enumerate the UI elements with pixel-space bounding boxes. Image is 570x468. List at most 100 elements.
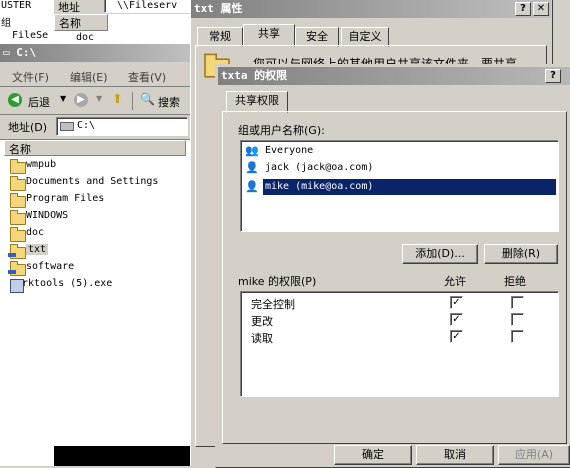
tab-security[interactable]: 安全 (295, 27, 339, 47)
permissions-list: 完全控制 ✓ 更改 ✓ 读取 ✓ (240, 291, 559, 397)
tab-general[interactable]: 常规 (197, 27, 243, 47)
background-window-title: USTER (1, 0, 32, 11)
list-item[interactable]: doc (0, 226, 190, 242)
fileserver-address-value: \\Fileserv (117, 0, 178, 11)
user-list-item[interactable]: 👤 mike (mike@oa.com) (243, 179, 556, 195)
fileserver-list: 名称 doc (54, 14, 194, 46)
group-label: 组或用户名称(G): (238, 124, 325, 137)
fileserver-address-field[interactable]: \\Fileserv (104, 0, 192, 13)
column-header-label: 名称 (9, 143, 31, 156)
background-window: USTER 组 FileSe (0, 0, 54, 48)
toolbar-separator (132, 92, 133, 110)
explorer-menubar: 文件(F) 编辑(E) 查看(V) (0, 66, 190, 87)
list-item-label: wmpub (26, 159, 57, 170)
allow-read-checkbox[interactable]: ✓ (450, 330, 463, 343)
fileserver-column-name: 名称 (59, 17, 81, 30)
permissions-titlebar[interactable]: txta 的权限 (218, 67, 570, 85)
folder-icon (10, 176, 26, 191)
user-name: jack (jack@oa.com) (265, 162, 374, 173)
ok-button[interactable]: 确定 (334, 445, 412, 465)
list-item-label: doc (26, 227, 45, 238)
tab-sharing[interactable]: 共享 (243, 24, 295, 47)
permissions-help-button[interactable]: ? (545, 69, 561, 83)
deny-header: 拒绝 (504, 275, 526, 288)
share-hand-icon (8, 253, 16, 257)
deny-read-checkbox[interactable] (511, 330, 524, 343)
list-item-label: Documents and Settings (26, 176, 159, 187)
list-item[interactable]: wmpub (0, 158, 190, 174)
address-label: 地址(D) (8, 121, 48, 134)
allow-header: 允许 (444, 275, 466, 288)
list-item-label: WINDOWS (26, 210, 69, 221)
back-button-label[interactable]: 后退 (28, 94, 50, 110)
list-item[interactable]: Program Files (0, 192, 190, 208)
properties-titlebar[interactable]: txt 属性 (191, 0, 551, 18)
back-dropdown-icon[interactable]: ▼ (60, 94, 66, 103)
group-icon: 👥 (245, 144, 259, 157)
fileserver-window: 地址 \\Fileserv 名称 doc (54, 0, 194, 46)
explorer-title: C:\ (16, 46, 37, 59)
background-window-item: 组 (1, 18, 11, 29)
column-header-name[interactable]: 名称 (4, 140, 186, 156)
forward-arrow-icon[interactable]: ▶ (74, 93, 88, 107)
add-button[interactable]: 添加(D)... (402, 244, 478, 264)
explorer-addressbar: 地址(D) C:\ (0, 115, 190, 140)
list-item-label: txt (26, 244, 49, 255)
user-icon: 👤 (245, 161, 259, 174)
address-field[interactable]: C:\ (56, 117, 188, 136)
cancel-button[interactable]: 取消 (416, 445, 494, 465)
explorer-window: ▭ C:\ 文件(F) 编辑(E) 查看(V) ◀ 后退 ▼ ▶ ▼ ⬆ 🔍 搜… (0, 44, 191, 466)
list-item[interactable]: rktools (5).exe (0, 277, 190, 293)
allow-change-checkbox[interactable]: ✓ (450, 313, 463, 326)
list-item-label: software (26, 261, 75, 272)
share-hand-icon (8, 270, 16, 274)
explorer-file-list: 名称 wmpub Documents and Settings Program … (0, 140, 190, 466)
fileserver-row[interactable]: doc (76, 32, 94, 43)
address-value: C:\ (77, 120, 96, 131)
back-arrow-icon[interactable]: ◀ (8, 93, 22, 107)
permission-name: 读取 (251, 332, 273, 345)
folder-icon (10, 159, 26, 174)
allow-full-control-checkbox[interactable]: ✓ (450, 296, 463, 309)
properties-help-button[interactable]: ? (515, 2, 531, 16)
explorer-window-icon: ▭ (3, 46, 17, 59)
permissions-title: txta 的权限 (221, 69, 288, 82)
apply-button[interactable]: 应用(A) (498, 445, 570, 465)
search-icon[interactable]: 🔍 (140, 92, 155, 106)
menu-file[interactable]: 文件(F) (12, 69, 49, 85)
user-name: mike (mike@oa.com) (263, 179, 556, 195)
list-item[interactable]: WINDOWS (0, 209, 190, 225)
remove-button[interactable]: 删除(R) (484, 244, 558, 264)
user-icon: 👤 (245, 180, 259, 193)
properties-close-button[interactable]: ✕ (533, 2, 549, 16)
user-list[interactable]: 👥 Everyone 👤 jack (jack@oa.com) 👤 mike (… (240, 140, 559, 232)
fileserver-column-header[interactable]: 名称 (54, 14, 108, 31)
forward-dropdown-icon[interactable]: ▼ (96, 94, 102, 103)
up-folder-icon[interactable]: ⬆ (112, 92, 123, 107)
user-list-item[interactable]: 👤 jack (jack@oa.com) (243, 161, 554, 176)
user-list-item[interactable]: 👥 Everyone (243, 144, 554, 159)
tab-custom[interactable]: 自定义 (341, 27, 389, 47)
permissions-dialog: txta 的权限 ? 共享权限 组或用户名称(G): 👥 Everyone 👤 … (215, 64, 570, 468)
background-window-item2: FileSe (12, 30, 49, 41)
folder-icon (10, 193, 26, 208)
fileserver-address-label: 地址 (58, 1, 80, 14)
user-name: Everyone (265, 145, 314, 156)
folder-icon (10, 210, 26, 225)
list-item[interactable]: software (0, 260, 190, 276)
list-item[interactable]: txt (0, 243, 190, 259)
explorer-titlebar[interactable]: ▭ C:\ (0, 44, 190, 62)
list-item-label: Program Files (26, 193, 105, 204)
folder-icon (10, 227, 26, 242)
menu-edit[interactable]: 编辑(E) (70, 69, 108, 85)
permission-name: 完全控制 (251, 298, 295, 311)
permissions-for-label: mike 的权限(P) (238, 275, 317, 288)
tab-share-permissions[interactable]: 共享权限 (226, 91, 288, 113)
list-item[interactable]: Documents and Settings (0, 175, 190, 191)
deny-change-checkbox[interactable] (511, 313, 524, 326)
menu-view[interactable]: 查看(V) (128, 69, 166, 85)
explorer-toolbar: ◀ 后退 ▼ ▶ ▼ ⬆ 🔍 搜索 (0, 88, 190, 115)
desktop-background (54, 446, 194, 466)
deny-full-control-checkbox[interactable] (511, 296, 524, 309)
search-button-label[interactable]: 搜索 (158, 94, 180, 110)
